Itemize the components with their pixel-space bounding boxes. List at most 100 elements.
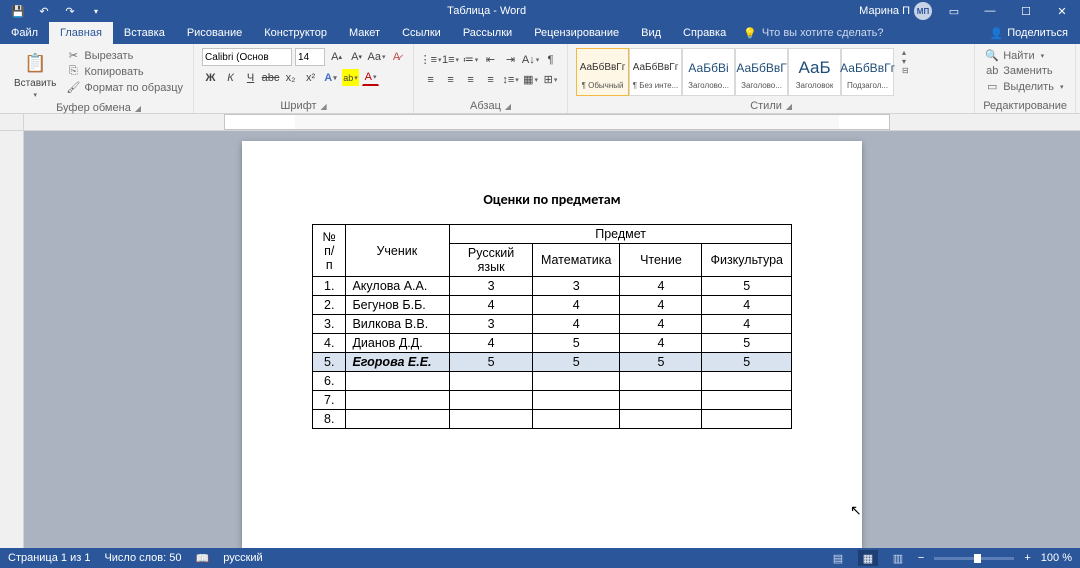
shrink-font-icon[interactable]: A▾ bbox=[348, 49, 365, 66]
borders-icon[interactable]: ⊞ bbox=[542, 71, 559, 88]
clear-format-icon[interactable]: A̷ bbox=[388, 49, 405, 66]
table-header-row[interactable]: № п/п Ученик Предмет bbox=[313, 225, 792, 244]
doc-title[interactable]: Оценки по предметам bbox=[312, 191, 792, 208]
vertical-ruler[interactable] bbox=[0, 131, 24, 548]
view-print-icon[interactable]: ▦ bbox=[858, 550, 878, 566]
select-button[interactable]: ▭Выделить▾ bbox=[983, 79, 1065, 94]
style-5[interactable]: АаБбВвГгПодзагол... bbox=[841, 48, 894, 96]
multilevel-icon[interactable]: ≔ bbox=[462, 51, 479, 68]
bullets-icon[interactable]: ⋮≡ bbox=[422, 51, 439, 68]
style-scroll-down-icon[interactable]: ▾ bbox=[902, 57, 909, 66]
table-row[interactable]: 5.Егорова Е.Е.5555 bbox=[313, 353, 792, 372]
col-pe[interactable]: Физкультура bbox=[702, 244, 792, 277]
tab-file[interactable]: Файл bbox=[0, 22, 49, 44]
page[interactable]: Оценки по предметам № п/п Ученик Предмет… bbox=[242, 141, 862, 548]
indent-increase-icon[interactable]: ⇥ bbox=[502, 51, 519, 68]
font-size-input[interactable] bbox=[295, 48, 325, 66]
align-left-icon[interactable]: ≡ bbox=[422, 71, 439, 88]
undo-icon[interactable]: ↶ bbox=[34, 2, 54, 20]
style-0[interactable]: АаБбВвГг¶ Обычный bbox=[576, 48, 629, 96]
highlight-icon[interactable]: ab bbox=[342, 69, 359, 86]
document-canvas[interactable]: Оценки по предметам № п/п Ученик Предмет… bbox=[24, 131, 1080, 548]
status-page[interactable]: Страница 1 из 1 bbox=[8, 552, 90, 564]
table-row[interactable]: 4.Дианов Д.Д.4545 bbox=[313, 334, 792, 353]
align-right-icon[interactable]: ≡ bbox=[462, 71, 479, 88]
save-icon[interactable]: 💾 bbox=[8, 2, 28, 20]
user-avatar[interactable]: МП bbox=[914, 2, 932, 20]
bold-icon[interactable]: Ж bbox=[202, 69, 219, 86]
grades-table[interactable]: № п/п Ученик Предмет Русский язык Матема… bbox=[312, 224, 792, 429]
tab-mailings[interactable]: Рассылки bbox=[452, 22, 523, 44]
style-gallery-icon[interactable]: ⊟ bbox=[902, 66, 909, 75]
style-1[interactable]: АаБбВвГг¶ Без инте... bbox=[629, 48, 682, 96]
share-button[interactable]: 👤Поделиться bbox=[978, 27, 1080, 40]
paste-button[interactable]: 📋 Вставить ▾ bbox=[12, 48, 58, 101]
view-read-icon[interactable]: ▤ bbox=[828, 550, 848, 566]
table-row[interactable]: 6. bbox=[313, 372, 792, 391]
tab-layout[interactable]: Макет bbox=[338, 22, 391, 44]
minimize-icon[interactable]: — bbox=[972, 0, 1008, 22]
status-words[interactable]: Число слов: 50 bbox=[104, 552, 181, 564]
table-row[interactable]: 2.Бегунов Б.Б.4444 bbox=[313, 296, 792, 315]
tab-design[interactable]: Конструктор bbox=[253, 22, 338, 44]
justify-icon[interactable]: ≡ bbox=[482, 71, 499, 88]
text-effects-icon[interactable]: A bbox=[322, 69, 339, 86]
show-marks-icon[interactable]: ¶ bbox=[542, 51, 559, 68]
strike-icon[interactable]: abc bbox=[262, 69, 279, 86]
cut-button[interactable]: ✂Вырезать bbox=[64, 48, 185, 63]
status-lang[interactable]: русский bbox=[223, 552, 262, 564]
col-math[interactable]: Математика bbox=[532, 244, 619, 277]
subscript-icon[interactable]: x₂ bbox=[282, 69, 299, 86]
copy-button[interactable]: ⎘Копировать bbox=[64, 64, 185, 79]
tab-insert[interactable]: Вставка bbox=[113, 22, 176, 44]
close-icon[interactable]: ✕ bbox=[1044, 0, 1080, 22]
view-web-icon[interactable]: ▥ bbox=[888, 550, 908, 566]
table-row[interactable]: 1.Акулова А.А.3345 bbox=[313, 277, 792, 296]
redo-icon[interactable]: ↷ bbox=[60, 2, 80, 20]
italic-icon[interactable]: К bbox=[222, 69, 239, 86]
font-name-input[interactable] bbox=[202, 48, 292, 66]
maximize-icon[interactable]: ☐ bbox=[1008, 0, 1044, 22]
col-russian[interactable]: Русский язык bbox=[450, 244, 533, 277]
find-button[interactable]: 🔍Найти▾ bbox=[983, 48, 1065, 63]
numbering-icon[interactable]: 1≡ bbox=[442, 51, 459, 68]
tab-references[interactable]: Ссылки bbox=[391, 22, 452, 44]
zoom-slider[interactable] bbox=[934, 557, 1014, 560]
align-center-icon[interactable]: ≡ bbox=[442, 71, 459, 88]
horizontal-ruler[interactable] bbox=[224, 114, 890, 130]
zoom-level[interactable]: 100 % bbox=[1041, 552, 1072, 564]
indent-decrease-icon[interactable]: ⇤ bbox=[482, 51, 499, 68]
grow-font-icon[interactable]: A▴ bbox=[328, 49, 345, 66]
table-row[interactable]: 7. bbox=[313, 391, 792, 410]
style-2[interactable]: АаБбВіЗаголово... bbox=[682, 48, 735, 96]
col-num[interactable]: № п/п bbox=[313, 225, 346, 277]
qat-dropdown-icon[interactable]: ▾ bbox=[86, 2, 106, 20]
ribbon-options-icon[interactable]: ▭ bbox=[936, 0, 972, 22]
shading-icon[interactable]: ▦ bbox=[522, 71, 539, 88]
status-proofing-icon[interactable]: 📖 bbox=[196, 552, 210, 565]
zoom-in-icon[interactable]: + bbox=[1024, 552, 1030, 564]
table-row[interactable]: 3.Вилкова В.В.3444 bbox=[313, 315, 792, 334]
col-reading[interactable]: Чтение bbox=[620, 244, 702, 277]
col-subject[interactable]: Предмет bbox=[450, 225, 792, 244]
format-painter-button[interactable]: 🖌Формат по образцу bbox=[64, 80, 185, 95]
tab-view[interactable]: Вид bbox=[630, 22, 672, 44]
table-row[interactable]: 8. bbox=[313, 410, 792, 429]
tab-draw[interactable]: Рисование bbox=[176, 22, 253, 44]
style-scroll-up-icon[interactable]: ▴ bbox=[902, 48, 909, 57]
superscript-icon[interactable]: x² bbox=[302, 69, 319, 86]
change-case-icon[interactable]: Aa bbox=[368, 49, 385, 66]
style-3[interactable]: АаБбВвГЗаголово... bbox=[735, 48, 788, 96]
tell-me[interactable]: 💡Что вы хотите сделать? bbox=[743, 27, 883, 40]
font-color-icon[interactable]: A bbox=[362, 69, 379, 86]
tab-help[interactable]: Справка bbox=[672, 22, 737, 44]
col-student[interactable]: Ученик bbox=[346, 225, 450, 277]
sort-icon[interactable]: A↓ bbox=[522, 51, 539, 68]
tab-review[interactable]: Рецензирование bbox=[523, 22, 630, 44]
underline-icon[interactable]: Ч bbox=[242, 69, 259, 86]
zoom-out-icon[interactable]: − bbox=[918, 552, 924, 564]
style-4[interactable]: АаБЗаголовок bbox=[788, 48, 841, 96]
replace-button[interactable]: abЗаменить bbox=[983, 64, 1065, 78]
line-spacing-icon[interactable]: ↕≡ bbox=[502, 71, 519, 88]
tab-home[interactable]: Главная bbox=[49, 22, 113, 44]
